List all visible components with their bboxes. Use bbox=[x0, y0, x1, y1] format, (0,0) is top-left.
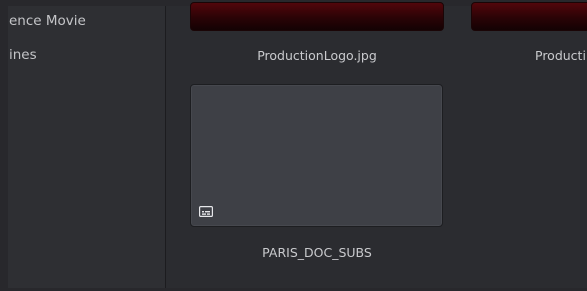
clip-name-label: PARIS_DOC_SUBS bbox=[262, 245, 372, 260]
sidebar-item-timelines-bin[interactable]: ines bbox=[8, 44, 165, 66]
sidebar-item-label: ines bbox=[9, 47, 37, 63]
clip-production-2[interactable]: Producti bbox=[471, 2, 587, 78]
sidebar-item-label: ence Movie bbox=[9, 13, 86, 29]
clip-thumbnail[interactable] bbox=[190, 84, 443, 227]
window-frame: ence Movie ines ProductionLogo.jpg Produ… bbox=[0, 0, 587, 291]
subtitle-icon bbox=[199, 206, 213, 217]
media-pool-grid: ProductionLogo.jpg Producti PARIS_DOC_SU… bbox=[166, 2, 587, 288]
bin-list-sidebar: ence Movie ines bbox=[8, 6, 166, 288]
clip-name-label: ProductionLogo.jpg bbox=[257, 48, 377, 63]
clip-paris-doc-subs[interactable]: PARIS_DOC_SUBS bbox=[190, 84, 444, 264]
clip-thumbnail[interactable] bbox=[471, 2, 587, 31]
clip-name-label: Producti bbox=[535, 48, 586, 63]
clip-thumbnail[interactable] bbox=[190, 2, 444, 31]
clip-production-logo[interactable]: ProductionLogo.jpg bbox=[190, 2, 444, 78]
sidebar-item-movie-bin[interactable]: ence Movie bbox=[8, 10, 165, 32]
